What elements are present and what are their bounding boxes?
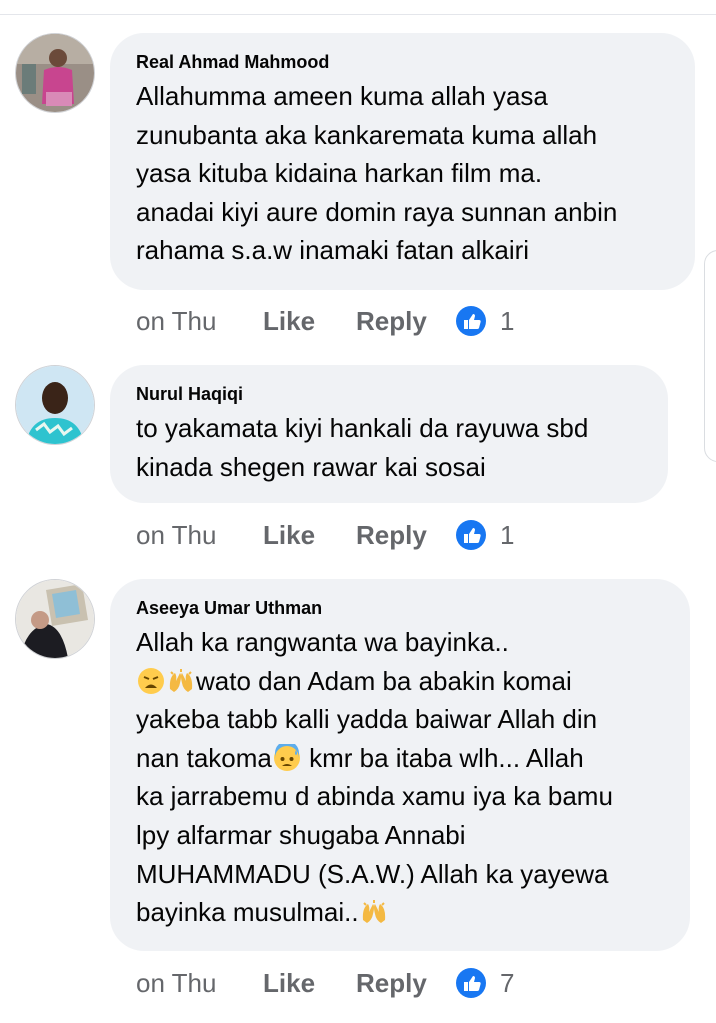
reaction-count[interactable]: 1: [500, 520, 514, 551]
like-button[interactable]: Like: [263, 306, 356, 337]
comment-bubble: Aseeya Umar Uthman Allah ka rangwanta wa…: [110, 579, 690, 951]
raising-hands-emoji: [167, 667, 195, 695]
like-reaction-icon[interactable]: [456, 520, 486, 550]
reply-button[interactable]: Reply: [356, 968, 456, 999]
comment-author[interactable]: Aseeya Umar Uthman: [136, 597, 664, 619]
comment-actions: on Thu Like Reply 1: [136, 515, 514, 555]
top-divider: [0, 14, 716, 15]
comment-actions: on Thu Like Reply 7: [136, 963, 514, 1003]
scroll-handle[interactable]: [704, 250, 716, 462]
comment-author[interactable]: Nurul Haqiqi: [136, 383, 642, 405]
comment-time[interactable]: on Thu: [136, 306, 263, 337]
comment-text-line: yakeba tabb kalli yadda baiwar Allah din: [136, 704, 598, 735]
reaction-count[interactable]: 1: [500, 306, 514, 337]
like-reaction-icon[interactable]: [456, 306, 486, 336]
comment-bubble: Nurul Haqiqi to yakamata kiyi hankali da…: [110, 365, 668, 503]
raising-hands-emoji: [360, 898, 388, 926]
like-button[interactable]: Like: [263, 968, 356, 999]
avatar[interactable]: [15, 33, 95, 113]
weary-face-emoji: [137, 667, 165, 695]
avatar[interactable]: [15, 579, 95, 659]
comment-time[interactable]: on Thu: [136, 968, 263, 999]
comment-text: Allahumma ameen kuma allah yasa zunubant…: [136, 81, 618, 266]
comment-text-line: MUHAMMADU (S.A.W.) Allah ka yayewa: [136, 858, 609, 889]
comment-text: to yakamata kiyi hankali da rayuwa sbd k…: [136, 413, 589, 482]
comment-time[interactable]: on Thu: [136, 520, 263, 551]
anxious-sweat-face-emoji: [273, 740, 301, 772]
avatar[interactable]: [15, 365, 95, 445]
reply-button[interactable]: Reply: [356, 520, 456, 551]
like-button[interactable]: Like: [263, 520, 356, 551]
comment-text-line: ka jarrabemu d abinda xamu iya ka bamu: [136, 781, 613, 812]
reply-button[interactable]: Reply: [356, 306, 456, 337]
comment-actions: on Thu Like Reply 1: [136, 301, 514, 341]
comment-text-line: kmr ba itaba wlh... Allah: [301, 742, 584, 773]
comment-text-line: nan takoma: [136, 742, 272, 773]
comment-text-line: Allah ka rangwanta wa bayinka..: [136, 627, 509, 657]
avatar-photo: [16, 366, 94, 444]
comment-author[interactable]: Real Ahmad Mahmood: [136, 51, 669, 73]
comment-text: Allah ka rangwanta wa bayinka.. wato dan …: [136, 623, 664, 932]
comment-text-line: bayinka musulmai..: [136, 897, 359, 928]
comment-bubble: Real Ahmad Mahmood Allahumma ameen kuma …: [110, 33, 695, 290]
avatar-photo: [16, 34, 94, 112]
comment-text-line: wato dan Adam ba abakin komai: [196, 665, 572, 696]
like-reaction-icon[interactable]: [456, 968, 486, 998]
reaction-count[interactable]: 7: [500, 968, 514, 999]
comment-text-line: lpy alfarmar shugaba Annabi: [136, 819, 466, 850]
avatar-photo: [16, 580, 94, 658]
